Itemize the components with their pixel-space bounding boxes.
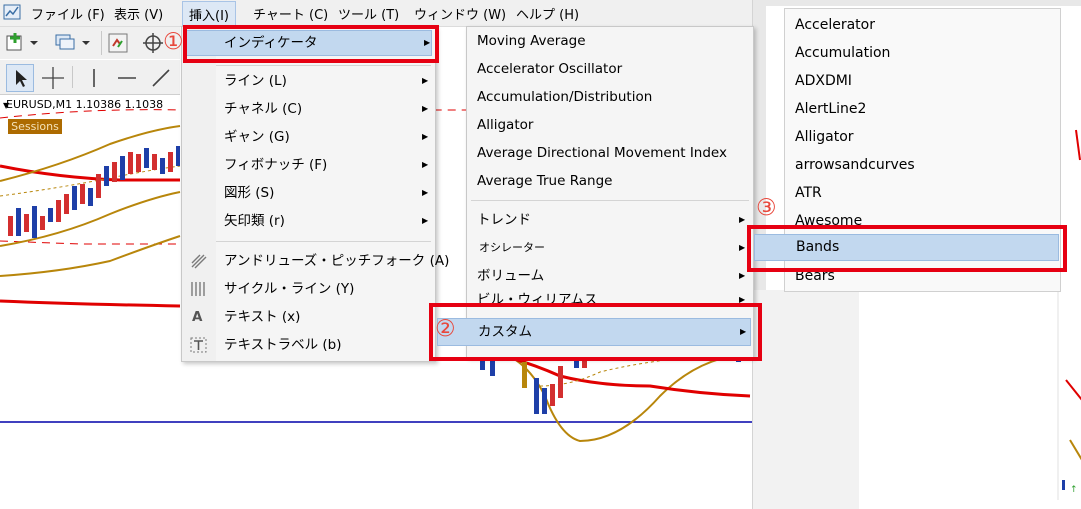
menu-bar: ファイル (F) 表示 (V) 挿入(I) チャート (C) ツール (T) ウ… xyxy=(0,0,752,28)
insert-menu: インディケータ ▶ ライン (L) ▶ チャネル (C) ▶ ギャン (G) ▶… xyxy=(181,26,449,362)
pitchfork-icon xyxy=(191,254,207,269)
submenu-arrow-icon: ▶ xyxy=(422,188,429,197)
indicator-item[interactable]: Accumulation/Distribution xyxy=(467,85,753,109)
indicator-item[interactable]: Average Directional Movement Index xyxy=(467,141,753,165)
submenu-arrow-icon: ▶ xyxy=(422,132,429,141)
step3-marker: ③ xyxy=(756,195,777,221)
menu-item-text[interactable]: A テキスト (x) xyxy=(182,305,435,329)
step2-marker: ② xyxy=(435,316,456,342)
text-label-icon xyxy=(190,337,207,353)
menu-item-gann[interactable]: ギャン (G) ▶ xyxy=(182,125,435,149)
submenu-arrow-icon: ▶ xyxy=(739,215,746,224)
collapse-arrow-icon: ▼ xyxy=(3,101,10,110)
step1-highlight-box xyxy=(183,25,439,63)
step1-marker: ① xyxy=(163,29,184,55)
submenu-arrow-icon: ▶ xyxy=(422,216,429,225)
cursor-icon xyxy=(16,70,27,87)
crosshair-navigator-icon[interactable] xyxy=(143,33,165,55)
menu-file[interactable]: ファイル (F) xyxy=(31,4,105,23)
menu-tools[interactable]: ツール (T) xyxy=(338,4,399,23)
horizontal-line-icon[interactable] xyxy=(116,67,138,89)
custom-indicator-item[interactable]: AlertLine2 xyxy=(785,95,1060,123)
crosshair-icon[interactable] xyxy=(42,67,64,89)
chart-title: EURUSD,M1 1.10386 1.1038 xyxy=(6,98,164,111)
menu-view[interactable]: 表示 (V) xyxy=(114,4,163,23)
menu-item-text-label[interactable]: テキストラベル (b) xyxy=(182,333,435,357)
toolbar-standard xyxy=(0,27,180,59)
menu-item-andrews-pitchfork[interactable]: アンドリューズ・ピッチフォーク (A) xyxy=(182,249,449,273)
submenu-volumes[interactable]: ボリューム ▶ xyxy=(467,264,753,288)
step3-highlight-box xyxy=(747,225,1067,272)
menu-item-cycle-lines[interactable]: サイクル・ライン (Y) xyxy=(182,277,435,301)
sessions-label: Sessions xyxy=(8,119,62,134)
menu-insert[interactable]: 挿入(I) xyxy=(182,1,236,28)
submenu-arrow-icon: ▶ xyxy=(422,76,429,85)
submenu-arrow-icon: ▶ xyxy=(422,104,429,113)
menu-item-fibonacci[interactable]: フィボナッチ (F) ▶ xyxy=(182,153,435,177)
indicator-item[interactable]: Accelerator Oscillator xyxy=(467,57,753,81)
custom-indicator-item[interactable]: ADXDMI xyxy=(785,67,1060,95)
submenu-arrow-icon: ▶ xyxy=(739,243,746,252)
custom-indicator-item[interactable]: Alligator xyxy=(785,123,1060,151)
menu-window[interactable]: ウィンドウ (W) xyxy=(414,4,506,23)
app-icon xyxy=(3,4,21,20)
submenu-arrow-icon: ▶ xyxy=(739,271,746,280)
toolbar-drawing xyxy=(0,60,180,95)
menu-item-shapes[interactable]: 図形 (S) ▶ xyxy=(182,181,435,205)
menu-item-lines[interactable]: ライン (L) ▶ xyxy=(182,69,435,93)
custom-indicator-item[interactable]: Accelerator xyxy=(785,11,1060,39)
submenu-arrow-icon: ▶ xyxy=(422,160,429,169)
trendline-icon[interactable] xyxy=(150,67,172,89)
custom-indicator-item[interactable]: Accumulation xyxy=(785,39,1060,67)
indicator-item[interactable]: Moving Average xyxy=(467,29,753,53)
menu-help[interactable]: ヘルプ (H) xyxy=(516,4,579,23)
text-icon: A xyxy=(192,309,203,325)
new-chart-icon[interactable] xyxy=(6,33,42,53)
cycle-lines-icon xyxy=(191,282,205,296)
menu-chart[interactable]: チャート (C) xyxy=(253,4,328,23)
indicator-item[interactable]: Alligator xyxy=(467,113,753,137)
cursor-tool-button[interactable] xyxy=(6,64,34,92)
candles-left xyxy=(8,146,180,238)
market-watch-icon[interactable] xyxy=(108,33,130,53)
indicator-item[interactable]: Average True Range xyxy=(467,169,753,193)
submenu-oscillators[interactable]: オシレーター ▶ xyxy=(467,236,753,260)
custom-indicator-item[interactable]: arrowsandcurves xyxy=(785,151,1060,179)
step2-highlight-box xyxy=(429,303,762,361)
profiles-icon[interactable] xyxy=(54,33,94,53)
custom-indicator-item[interactable]: ATR xyxy=(785,179,1060,207)
vertical-line-icon[interactable] xyxy=(84,67,104,89)
menu-item-channels[interactable]: チャネル (C) ▶ xyxy=(182,97,435,121)
submenu-trend[interactable]: トレンド ▶ xyxy=(467,208,753,232)
menu-item-arrows[interactable]: 矢印類 (r) ▶ xyxy=(182,209,435,233)
svg-text:↑: ↑ xyxy=(1070,485,1078,495)
